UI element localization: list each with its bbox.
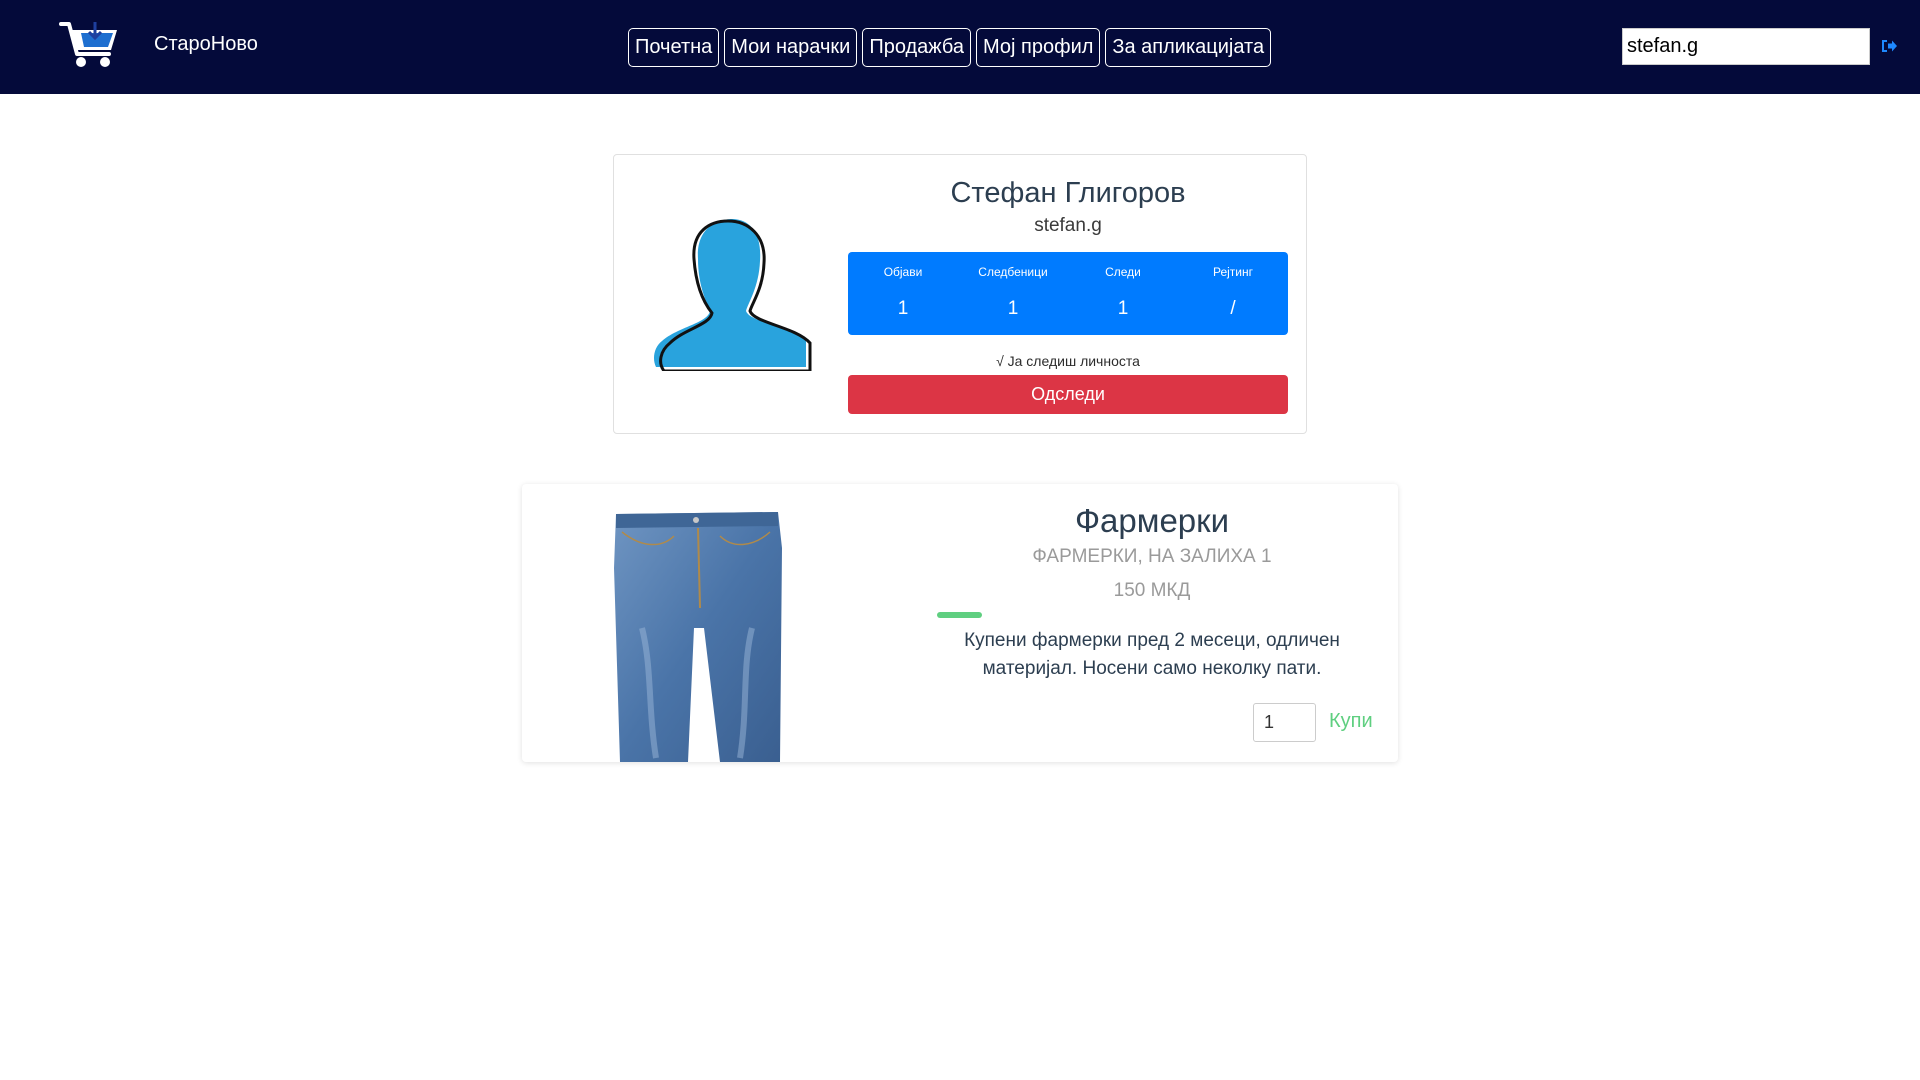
quantity-input[interactable]	[1253, 703, 1316, 742]
product-subtitle: ФАРМЕРКИ, НА ЗАЛИХА 1	[1032, 546, 1272, 567]
product-title: Фармерки	[1074, 502, 1230, 539]
nav-sell[interactable]: Продажба	[862, 28, 972, 67]
stat-value: /	[1230, 298, 1236, 319]
stat-label: Објави	[883, 265, 923, 279]
buy-button[interactable]: Купи	[1329, 710, 1373, 733]
stat-posts[interactable]: Објави 1	[848, 252, 958, 335]
stat-value: 1	[897, 298, 909, 319]
navbar: СтароНово Почетна Мои нарачки Продажба М…	[0, 0, 1920, 94]
username-field[interactable]	[1622, 28, 1870, 65]
product-description: Купени фармерки пред 2 месеци, одличен м…	[964, 630, 1340, 679]
stat-rating: Рејтинг /	[1178, 252, 1288, 335]
profile-stats: Објави 1 Следбеници 1 Следи 1 Рејтинг /	[848, 252, 1288, 335]
nav-about[interactable]: За апликацијата	[1105, 28, 1272, 67]
profile-full-name: Стефан Глигоров	[950, 177, 1186, 209]
nav-links: Почетна Мои нарачки Продажба Мој профил …	[628, 28, 1272, 67]
user-silhouette-icon	[654, 219, 812, 371]
stat-followers[interactable]: Следбеници 1	[958, 252, 1068, 335]
profile-card: Стефан Глигоров stefan.g Објави 1 Следбе…	[613, 154, 1307, 434]
follow-status: √ Ја следиш личноста	[996, 353, 1140, 369]
profile-username: stefan.g	[1034, 215, 1102, 236]
unfollow-button[interactable]: Одследи	[848, 375, 1288, 414]
jeans-image[interactable]	[612, 508, 792, 762]
product-card: Фармерки ФАРМЕРКИ, НА ЗАЛИХА 1 150 МКД К…	[522, 484, 1398, 762]
stat-value: 1	[1117, 298, 1129, 319]
nav-home[interactable]: Почетна	[628, 28, 720, 67]
stat-label: Следбеници	[978, 265, 1048, 279]
accent-divider	[937, 612, 982, 618]
product-price: 150 МКД	[1113, 580, 1191, 601]
shopping-cart-icon[interactable]	[59, 20, 121, 70]
stat-label: Рејтинг	[1212, 265, 1254, 279]
nav-my-profile[interactable]: Мој профил	[976, 28, 1101, 67]
brand-name[interactable]: СтароНово	[154, 33, 258, 56]
stat-following[interactable]: Следи 1	[1068, 252, 1178, 335]
stat-label: Следи	[1105, 265, 1141, 279]
sign-out-icon[interactable]	[1880, 37, 1898, 55]
stat-value: 1	[1007, 298, 1019, 319]
nav-my-orders[interactable]: Мои нарачки	[724, 28, 858, 67]
